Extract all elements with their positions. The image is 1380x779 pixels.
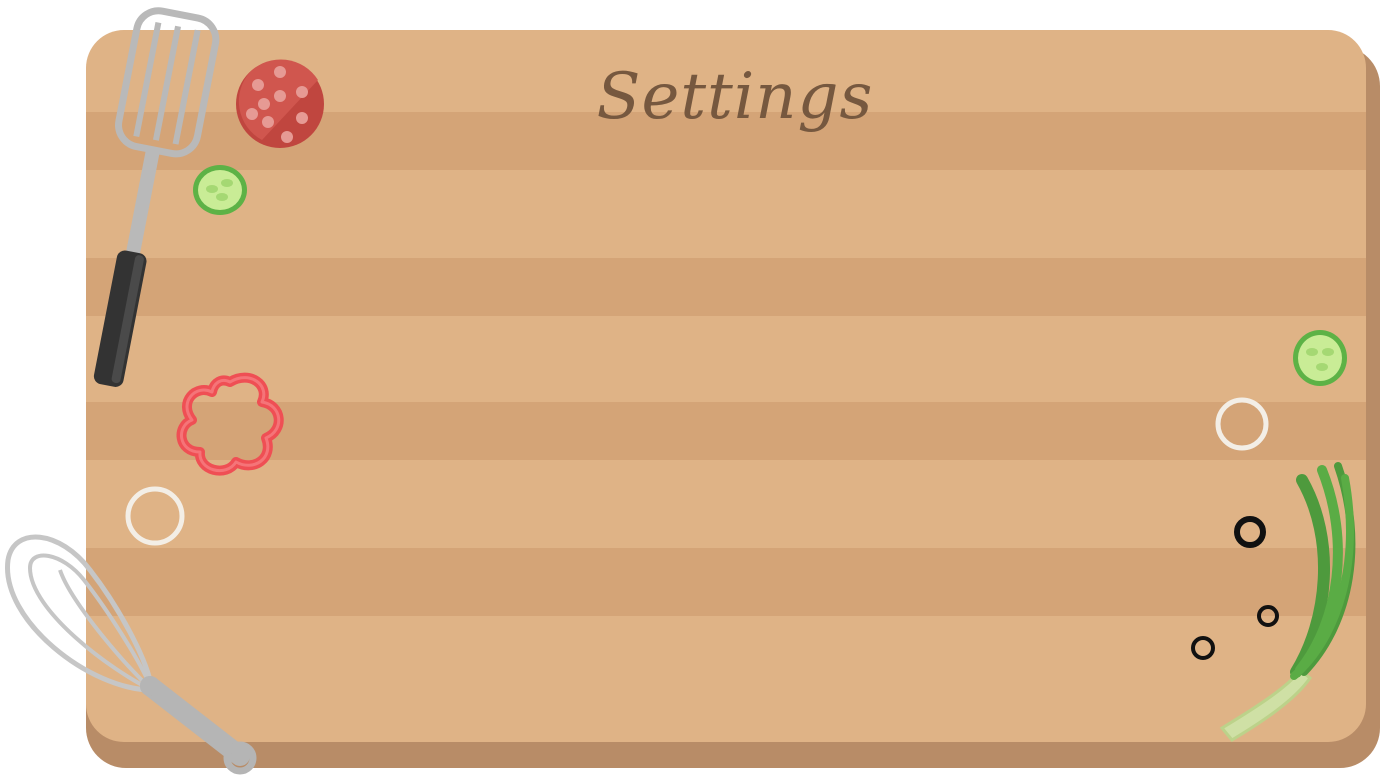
board-stripe (86, 258, 1366, 316)
salami-slice-icon (236, 59, 324, 148)
cucumber-slice-icon (1293, 330, 1347, 386)
board-stripe (86, 548, 1366, 616)
page-title: Settings (596, 60, 874, 134)
settings-screen: Settings (0, 0, 1380, 779)
cucumber-slice-icon (193, 165, 247, 215)
